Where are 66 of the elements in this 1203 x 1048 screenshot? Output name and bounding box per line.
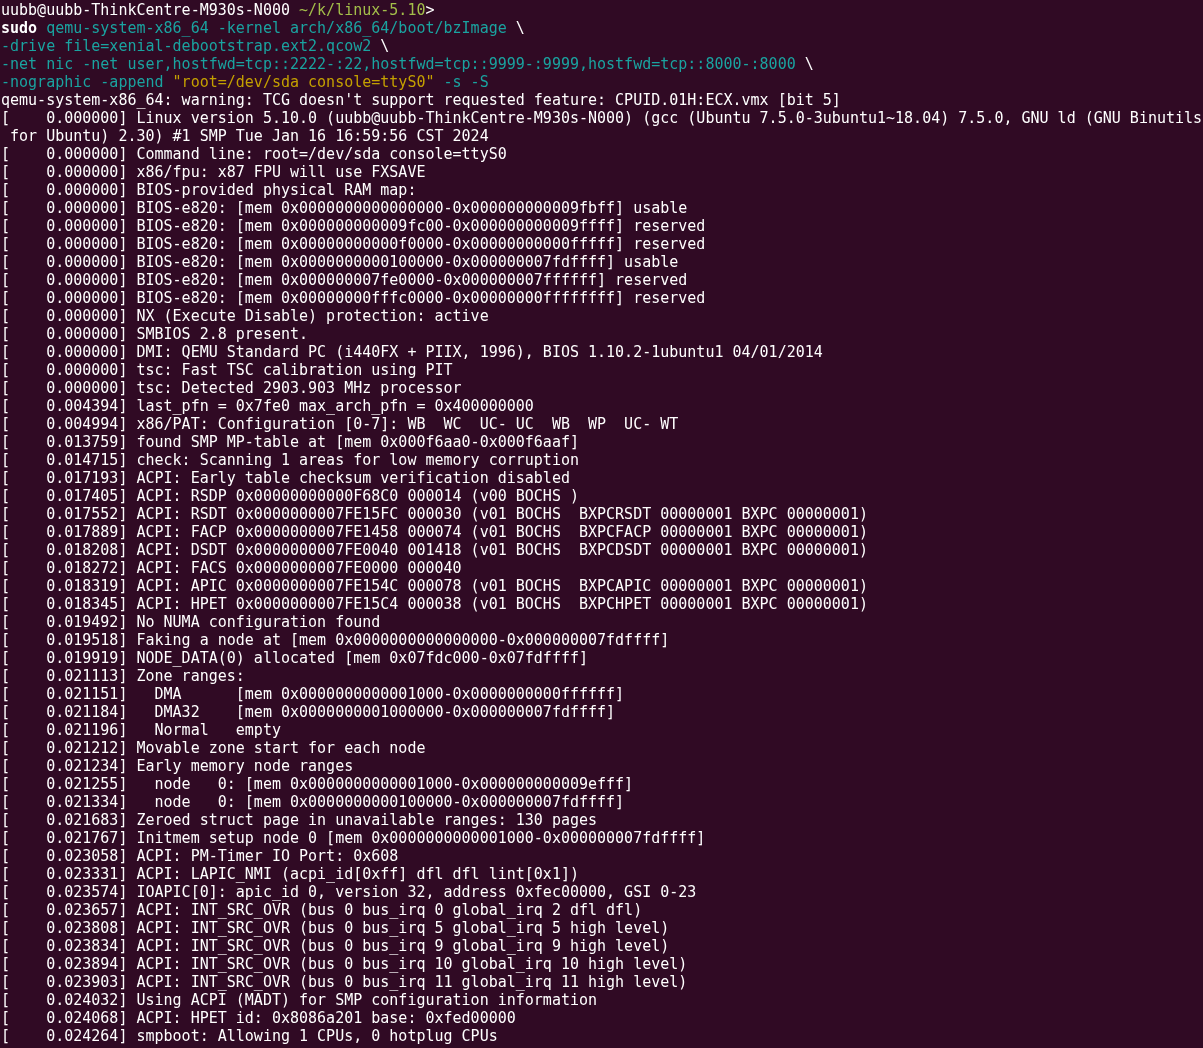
terminal-line: [ 0.004994] x86/PAT: Configuration [0-7]: WB WC UC- UC WB WP UC- WT bbox=[1, 415, 679, 433]
terminal-line: [ 0.000000] x86/fpu: x87 FPU will use FXSAVE bbox=[1, 163, 426, 181]
terminal-line: [ 0.024032] Using ACPI (MADT) for SMP configuration information bbox=[1, 991, 598, 1009]
terminal-line: [ 0.000000] BIOS-e820: [mem 0x00000000fffc0000-0x00000000ffffffff] reserved bbox=[1, 289, 706, 307]
terminal-line: [ 0.014715] check: Scanning 1 areas for low memory corruption bbox=[1, 451, 579, 469]
terminal-line: [ 0.018208] ACPI: DSDT 0x0000000007FE0040 001418 (v01 BOCHS BXPCDSDT 00000001 BXPC 00000001) bbox=[1, 541, 868, 559]
terminal-line: [ 0.000000] tsc: Detected 2903.903 MHz processor bbox=[1, 379, 462, 397]
terminal-line: [ 0.023657] ACPI: INT_SRC_OVR (bus 0 bus_irq 0 global_irq 2 dfl dfl) bbox=[1, 901, 643, 919]
terminal-line: [ 0.021184] DMA32 [mem 0x0000000001000000-0x000000007fdffff] bbox=[1, 703, 616, 721]
command-keyword: sudo bbox=[1, 19, 38, 37]
terminal-line: [ 0.023808] ACPI: INT_SRC_OVR (bus 0 bus_irq 5 global_irq 5 high level) bbox=[1, 919, 670, 937]
command-text: \ bbox=[515, 19, 525, 37]
terminal-line: [ 0.018272] ACPI: FACS 0x0000000007FE0000 000040 bbox=[1, 559, 462, 577]
terminal-line: [ 0.000000] BIOS-provided physical RAM map: bbox=[1, 181, 417, 199]
terminal-line: [ 0.023331] ACPI: LAPIC_NMI (acpi_id[0xff] dfl dfl lint[0x1]) bbox=[1, 865, 579, 883]
terminal-line: [ 0.021151] DMA [mem 0x0000000000001000-0x0000000000ffffff] bbox=[1, 685, 625, 703]
terminal-line: [ 0.023058] ACPI: PM-Timer IO Port: 0x608 bbox=[1, 847, 399, 865]
terminal-line: for Ubuntu) 2.30) #1 SMP Tue Jan 16 16:59:56 CST 2024 bbox=[9, 127, 489, 145]
terminal-line: [ 0.019492] No NUMA configuration found bbox=[1, 613, 381, 631]
terminal-line: [ 0.000000] BIOS-e820: [mem 0x000000007fe0000-0x000000007ffffff] reserved bbox=[1, 271, 688, 289]
prompt-path: ~/k/linux-5.10 bbox=[298, 1, 426, 19]
terminal-line: [ 0.017405] ACPI: RSDP 0x00000000000F68C0 000014 (v00 BOCHS ) bbox=[1, 487, 579, 505]
terminal-line: [ 0.023574] IOAPIC[0]: apic_id 0, version 32, address 0xfec00000, GSI 0-23 bbox=[1, 883, 697, 901]
terminal-line: [ 0.017193] ACPI: Early table checksum verification disabled bbox=[1, 469, 570, 487]
terminal-line: [ 0.000000] SMBIOS 2.8 present. bbox=[1, 325, 309, 343]
terminal-line: [ 0.000000] Command line: root=/dev/sda console=ttyS0 bbox=[1, 145, 507, 163]
command-argument: -net nic -net user,hostfwd=tcp::2222-:22,hostfwd=tcp::9999-:9999,hostfwd=tcp::8000-:8000 bbox=[1, 55, 797, 73]
terminal-line: [ 0.021212] Movable zone start for each node bbox=[1, 739, 426, 757]
terminal-line: [ 0.000000] BIOS-e820: [mem 0x000000000009fc00-0x000000000009ffff] reserved bbox=[1, 217, 706, 235]
terminal-line: [ 0.000000] NX (Execute Disable) protection: active bbox=[1, 307, 489, 325]
terminal-line: [ 0.021113] Zone ranges: bbox=[1, 667, 245, 685]
terminal-line: qemu-system-x86_64: warning: TCG doesn't support requested feature: CPUID.01H:ECX.vmx [bit 5] bbox=[1, 91, 841, 109]
terminal-line: [ 0.024068] ACPI: HPET id: 0x8086a201 base: 0xfed00000 bbox=[1, 1009, 516, 1027]
terminal-line: [ 0.000000] BIOS-e820: [mem 0x00000000000f0000-0x00000000000fffff] reserved bbox=[1, 235, 706, 253]
terminal-line: [ 0.021234] Early memory node ranges bbox=[1, 757, 354, 775]
terminal-line: [ 0.000000] BIOS-e820: [mem 0x0000000000100000-0x000000007fdffff] usable bbox=[1, 253, 679, 271]
terminal-line: [ 0.013759] found SMP MP-table at [mem 0x000f6aa0-0x000f6aaf] bbox=[1, 433, 579, 451]
terminal-line: [ 0.024264] smpboot: Allowing 1 CPUs, 0 hotplug CPUs bbox=[1, 1027, 498, 1045]
terminal-line: [ 0.023903] ACPI: INT_SRC_OVR (bus 0 bus_irq 11 global_irq 11 high level) bbox=[1, 973, 688, 991]
terminal-line: [ 0.000000] DMI: QEMU Standard PC (i440FX + PIIX, 1996), BIOS 1.10.2-1ubuntu1 04/01/2014 bbox=[1, 343, 823, 361]
command-text: \ bbox=[804, 55, 814, 73]
terminal-line: [ 0.000000] BIOS-e820: [mem 0x0000000000000000-0x000000000009fbff] usable bbox=[1, 199, 688, 217]
terminal-line: [ 0.021255] node 0: [mem 0x0000000000001000-0x000000000009efff] bbox=[1, 775, 634, 793]
terminal-line: [ 0.023834] ACPI: INT_SRC_OVR (bus 0 bus_irq 9 global_irq 9 high level) bbox=[1, 937, 670, 955]
terminal-line: [ 0.019919] NODE_DATA(0) allocated [mem 0x07fdc000-0x07fdffff] bbox=[1, 649, 588, 667]
terminal-line: [ 0.000000] tsc: Fast TSC calibration using PIT bbox=[1, 361, 453, 379]
terminal-line: [ 0.021683] Zeroed struct page in unavailable ranges: 130 pages bbox=[1, 811, 598, 829]
terminal-line: [ 0.018319] ACPI: APIC 0x0000000007FE154C 000078 (v01 BOCHS BXPCAPIC 00000001 BXPC 00000001) bbox=[1, 577, 868, 595]
command-argument: qemu-system-x86_64 -kernel arch/x86_64/boot/bzImage bbox=[45, 19, 508, 37]
command-argument: -drive file=xenial-debootstrap.ext2.qcow2 bbox=[1, 37, 373, 55]
prompt-user: uubb@uubb-ThinkCentre-M930s-N000 bbox=[1, 1, 290, 19]
command-string: "root=/dev/sda console=ttyS0" bbox=[172, 73, 435, 91]
terminal-line: [ 0.017889] ACPI: FACP 0x0000000007FE1458 000074 (v01 BOCHS BXPCFACP 00000001 BXPC 00000001) bbox=[1, 523, 868, 541]
terminal-line: [ 0.021196] Normal empty bbox=[1, 721, 281, 739]
terminal-line: [ 0.019518] Faking a node at [mem 0x0000000000000000-0x000000007fdffff] bbox=[1, 631, 670, 649]
terminal-line: [ 0.004394] last_pfn = 0x7fe0 max_arch_pfn = 0x400000000 bbox=[1, 397, 534, 415]
command-text: > bbox=[425, 1, 435, 19]
terminal-line: [ 0.021334] node 0: [mem 0x0000000000100000-0x000000007fdffff] bbox=[1, 793, 625, 811]
command-argument: -s -S bbox=[442, 73, 489, 91]
terminal-line: [ 0.017552] ACPI: RSDT 0x0000000007FE15FC 000030 (v01 BOCHS BXPCRSDT 00000001 BXPC 00000001) bbox=[1, 505, 868, 523]
terminal-line: [ 0.000000] Linux version 5.10.0 (uubb@uubb-ThinkCentre-M930s-N000) (gcc (Ubuntu 7.5.0-3ubuntu1~18.04) 7.5.0, GNU ld (GNU Binutils bbox=[1, 109, 1203, 127]
command-argument: -nographic -append bbox=[1, 73, 165, 91]
terminal-line: [ 0.023894] ACPI: INT_SRC_OVR (bus 0 bus_irq 10 global_irq 10 high level) bbox=[1, 955, 688, 973]
terminal-line: [ 0.018345] ACPI: HPET 0x0000000007FE15C4 000038 (v01 BOCHS BXPCHPET 00000001 BXPC 00000001) bbox=[1, 595, 868, 613]
terminal-line: [ 0.021767] Initmem setup node 0 [mem 0x0000000000001000-0x000000007fdffff] bbox=[1, 829, 706, 847]
command-text: \ bbox=[380, 37, 390, 55]
